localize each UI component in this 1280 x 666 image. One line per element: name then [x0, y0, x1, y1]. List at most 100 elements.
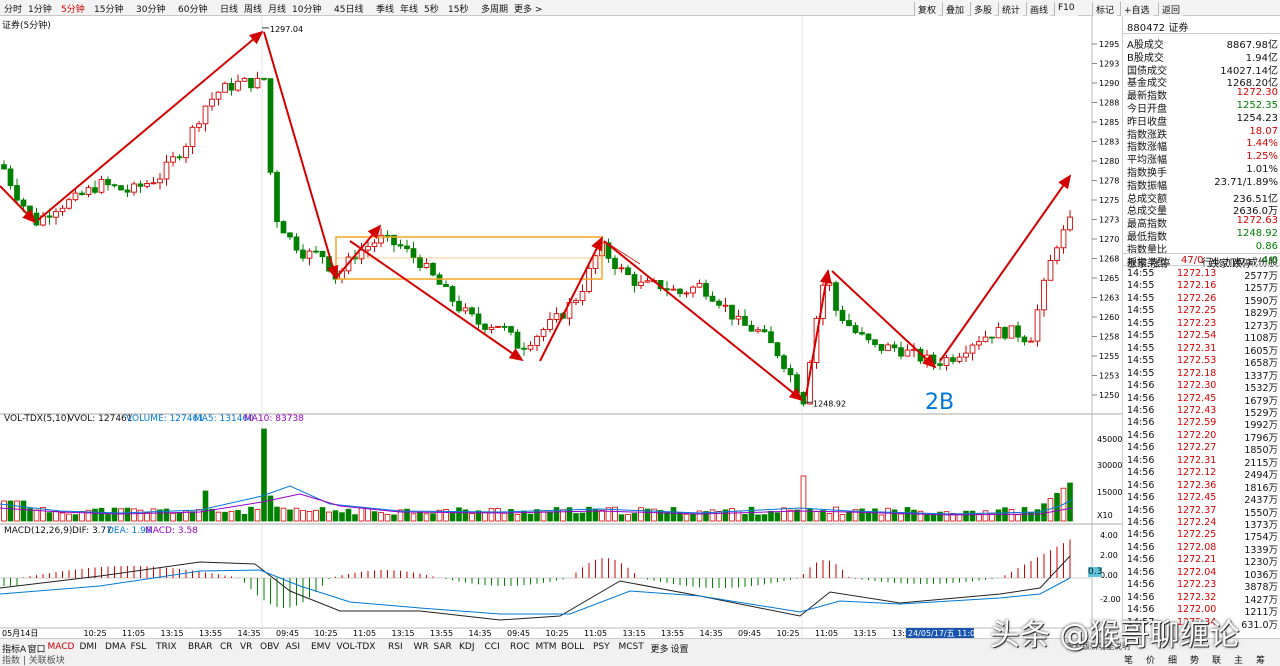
period-tab-13[interactable]: 5秒 — [424, 2, 439, 15]
period-tab-8[interactable]: 月线 — [268, 2, 286, 15]
indicator-tab-19[interactable]: ROC — [510, 642, 530, 652]
period-tab-0[interactable]: 分时 — [4, 2, 22, 15]
indicator-tab-3[interactable]: DMI — [80, 642, 97, 652]
price-tick-label: 1265 — [1099, 274, 1119, 283]
indicator-tab-25[interactable]: 设置 — [671, 642, 689, 655]
time-label: 13:55 — [661, 629, 684, 638]
candle-body — [1034, 309, 1041, 342]
candle-body — [371, 242, 378, 247]
indicator-tab-4[interactable]: DMA — [105, 642, 126, 652]
period-tab-7[interactable]: 周线 — [244, 2, 262, 15]
footer-button-1[interactable]: 价 — [1146, 653, 1155, 666]
volume-bar — [319, 507, 326, 522]
candle-body — [872, 339, 878, 345]
footer-button-4[interactable]: 联 — [1212, 653, 1221, 666]
indicator-tab-12[interactable]: EMV — [311, 642, 331, 652]
period-tab-4[interactable]: 30分钟 — [136, 2, 165, 15]
period-tab-5[interactable]: 60分钟 — [178, 2, 207, 15]
tool-button-4[interactable]: 画线 — [1026, 2, 1052, 16]
footer-button-2[interactable]: 细 — [1168, 653, 1177, 666]
indicator-tab-8[interactable]: CR — [220, 642, 233, 652]
trade-time: 14:55 — [1127, 305, 1155, 317]
trend-arrow — [539, 236, 603, 362]
volume-bar — [72, 514, 79, 522]
candle-body — [729, 304, 735, 320]
indicator-tab-16[interactable]: SAR — [434, 642, 452, 652]
period-tab-6[interactable]: 日线 — [220, 2, 238, 15]
volume-bar — [332, 510, 339, 522]
candles — [1, 71, 1073, 407]
candle-body — [761, 329, 768, 333]
footer-button-6[interactable]: 筹 — [1256, 653, 1265, 666]
candle-body — [521, 347, 527, 350]
footer-button-3[interactable]: 势 — [1190, 653, 1199, 666]
sub-tab[interactable]: 指数 | 关联板块 — [2, 653, 65, 666]
indicator-tab-18[interactable]: CCI — [485, 642, 500, 652]
tool-button-3[interactable]: 统计 — [998, 2, 1024, 16]
period-tab-9[interactable]: 10分钟 — [292, 2, 321, 15]
indicator-tab-22[interactable]: PSY — [593, 642, 610, 652]
footer-button-5[interactable]: 主 — [1234, 653, 1243, 666]
volume-bar — [885, 507, 891, 522]
trade-time: 14:55 — [1127, 367, 1155, 379]
period-tab-15[interactable]: 多周期 — [481, 2, 508, 15]
indicator-tab-21[interactable]: BOLL — [561, 642, 584, 652]
time-label: 13:55 — [199, 629, 222, 638]
volume-bar — [118, 508, 124, 522]
chart-area[interactable]: 证券(5分钟) 1295 1293 1290 1288 1285 1283 1280 1278… — [0, 16, 1122, 638]
trade-price: 1272.20 — [1177, 429, 1217, 441]
indicator-tab-23[interactable]: MCST — [619, 642, 644, 652]
period-tab-10[interactable]: 45日线 — [334, 2, 363, 15]
indicator-tab-2[interactable]: MACD — [48, 642, 75, 652]
candle-body — [300, 249, 306, 259]
quote-value: 1.44% — [1246, 138, 1278, 150]
time-label: 09:45 — [276, 629, 299, 638]
period-tab-14[interactable]: 15秒 — [448, 2, 468, 15]
indicator-tab-15[interactable]: WR — [414, 642, 429, 652]
indicator-tab-10[interactable]: OBV — [260, 642, 279, 652]
trade-time: 14:56 — [1127, 467, 1155, 479]
tool-button-5[interactable]: F10 — [1054, 2, 1078, 16]
indicator-tab-13[interactable]: VOL-TDX — [337, 642, 376, 652]
volume-bar — [839, 514, 846, 522]
period-tab-3[interactable]: 15分钟 — [94, 2, 123, 15]
indicator-tab-7[interactable]: BRAR — [188, 642, 212, 652]
quote-panel: 880472 证券 A股成交 8867.98亿 B股成交 1.94亿 国债成交 14027… — [1122, 16, 1280, 666]
volume-bar — [228, 510, 235, 522]
indicator-tab-9[interactable]: VR — [240, 642, 252, 652]
period-tab-12[interactable]: 年线 — [400, 2, 418, 15]
candlestick-svg[interactable]: 1295 1293 1290 1288 1285 1283 1280 1278 1275 1273… — [0, 16, 1122, 638]
indicator-tab-17[interactable]: KDJ — [459, 642, 475, 652]
period-tab-1[interactable]: 1分钟 — [28, 2, 52, 15]
volume-bar — [59, 512, 66, 522]
candle-body — [196, 123, 202, 128]
indicator-tab-20[interactable]: MTM — [536, 642, 557, 652]
volume-bar — [729, 508, 735, 522]
macd-dif-line — [0, 555, 1071, 621]
indicator-tab-24[interactable]: 更多 — [651, 642, 669, 655]
trade-row: 14:56 1272.31 2115万 — [1123, 455, 1280, 469]
period-tab-2[interactable]: 5分钟 — [61, 2, 85, 15]
trade-price: 1272.25 — [1177, 305, 1217, 317]
tool-button-1[interactable]: 叠加 — [942, 2, 968, 16]
macd-current: 0.3 — [1088, 567, 1103, 577]
volume-bar — [20, 500, 27, 522]
trade-time: 14:56 — [1127, 492, 1155, 504]
tool-button-8[interactable]: 返回 — [1158, 2, 1184, 16]
footer-button-0[interactable]: 笔 — [1124, 653, 1133, 666]
tool-button-7[interactable]: +自选 — [1120, 2, 1153, 16]
price-tick-label: 1293 — [1099, 60, 1119, 69]
candle-body — [1060, 229, 1067, 249]
indicator-tab-6[interactable]: TRIX — [156, 642, 177, 652]
period-tab-11[interactable]: 季线 — [376, 2, 394, 15]
tool-button-6[interactable]: 标记 — [1092, 2, 1118, 16]
period-tab-16[interactable]: 更多 > — [514, 2, 542, 15]
indicator-tab-5[interactable]: FSL — [131, 642, 147, 652]
indicator-tab-14[interactable]: RSI — [388, 642, 403, 652]
candle-body — [46, 215, 53, 218]
indicator-tab-11[interactable]: ASI — [286, 642, 301, 652]
tool-button-2[interactable]: 多股 — [970, 2, 996, 16]
trade-price: 1272.31 — [1177, 342, 1217, 354]
candle-body — [891, 344, 898, 349]
tool-button-0[interactable]: 复权 — [914, 2, 940, 16]
